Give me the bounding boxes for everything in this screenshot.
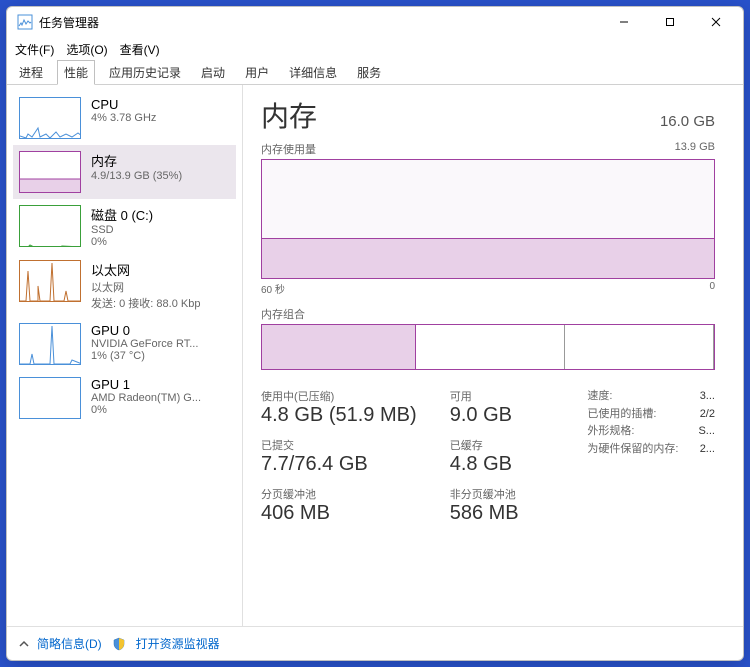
stat-cached: 已缓存 4.8 GB <box>450 437 578 476</box>
stat-value: 406 MB <box>261 502 440 525</box>
sidebar-item-sub2: 发送: 0 接收: 88.0 Kbp <box>91 295 230 311</box>
stat-label: 非分页缓冲池 <box>450 486 578 502</box>
gpu0-thumb <box>19 323 81 365</box>
stat-in-use: 使用中(已压缩) 4.8 GB (51.9 MB) <box>261 388 440 427</box>
tab-app-history[interactable]: 应用历史记录 <box>103 61 187 84</box>
disk-thumb <box>19 205 81 247</box>
total-memory: 16.0 GB <box>660 113 715 130</box>
tab-users[interactable]: 用户 <box>239 61 275 84</box>
spec-reserved-value: 2... <box>700 441 715 459</box>
tab-processes[interactable]: 进程 <box>13 61 49 84</box>
usage-chart-max: 13.9 GB <box>675 141 715 157</box>
sidebar-item-sub: 以太网 <box>91 279 230 295</box>
stat-label: 分页缓冲池 <box>261 486 440 502</box>
resource-monitor-link[interactable]: 打开资源监视器 <box>136 635 220 652</box>
spec-form-label: 外形规格: <box>587 423 634 441</box>
spec-form-value: S... <box>698 423 715 441</box>
stat-available: 可用 9.0 GB <box>450 388 578 427</box>
sidebar-item-sub2: 0% <box>91 236 230 248</box>
sidebar-item-gpu0[interactable]: GPU 0 NVIDIA GeForce RT... 1% (37 °C) <box>13 317 236 371</box>
sidebar-item-sub: SSD <box>91 224 230 236</box>
stat-nonpaged: 非分页缓冲池 586 MB <box>450 486 578 525</box>
sidebar-item-label: 以太网 <box>91 260 230 279</box>
sidebar-item-label: 内存 <box>91 151 230 170</box>
sidebar-item-gpu1[interactable]: GPU 1 AMD Radeon(TM) G... 0% <box>13 371 236 425</box>
page-title: 内存 <box>261 95 317 135</box>
stat-value: 4.8 GB (51.9 MB) <box>261 404 440 427</box>
comp-free <box>565 325 714 369</box>
titlebar[interactable]: 任务管理器 <box>7 7 743 37</box>
spec-slots-label: 已使用的插槽: <box>587 406 656 424</box>
composition-label: 内存组合 <box>261 306 715 322</box>
stat-label: 使用中(已压缩) <box>261 388 440 404</box>
chevron-up-icon[interactable] <box>19 639 29 649</box>
spec-speed-label: 速度: <box>587 388 612 406</box>
cpu-thumb <box>19 97 81 139</box>
shield-icon <box>112 637 126 651</box>
stat-value: 9.0 GB <box>450 404 578 427</box>
chart-x-right: 0 <box>709 281 715 296</box>
tab-startup[interactable]: 启动 <box>195 61 231 84</box>
sidebar: CPU 4% 3.78 GHz 内存 4.9/13.9 GB (35%) <box>7 85 243 626</box>
comp-standby <box>416 325 565 369</box>
sidebar-item-label: GPU 0 <box>91 323 230 338</box>
gpu1-thumb <box>19 377 81 419</box>
stat-label: 已提交 <box>261 437 440 453</box>
menu-file[interactable]: 文件(F) <box>15 41 54 58</box>
memory-composition-chart <box>261 324 715 370</box>
tab-details[interactable]: 详细信息 <box>283 61 343 84</box>
memory-usage-fill <box>262 238 714 278</box>
sidebar-item-sub: AMD Radeon(TM) G... <box>91 392 230 404</box>
menu-view[interactable]: 查看(V) <box>120 41 160 58</box>
brief-info-link[interactable]: 简略信息(D) <box>37 635 102 652</box>
task-manager-window: 任务管理器 文件(F) 选项(O) 查看(V) 进程 性能 应用历史记录 启动 … <box>6 6 744 661</box>
tabbar: 进程 性能 应用历史记录 启动 用户 详细信息 服务 <box>7 61 743 85</box>
window-controls <box>601 7 739 37</box>
menubar: 文件(F) 选项(O) 查看(V) <box>7 37 743 61</box>
window-title: 任务管理器 <box>39 14 99 31</box>
tab-performance[interactable]: 性能 <box>57 60 95 85</box>
minimize-button[interactable] <box>601 7 647 37</box>
memory-thumb <box>19 151 81 193</box>
main-panel: 内存 16.0 GB 内存使用量 13.9 GB 60 秒 0 内存组合 <box>243 85 743 626</box>
sidebar-item-sub: 4% 3.78 GHz <box>91 112 230 124</box>
stat-value: 586 MB <box>450 502 578 525</box>
specs-column: 速度: 3... 已使用的插槽: 2/2 外形规格: S... 为硬件保留的内存: 2.… <box>587 388 715 525</box>
ethernet-thumb <box>19 260 81 302</box>
usage-chart-label: 内存使用量 <box>261 141 316 157</box>
close-button[interactable] <box>693 7 739 37</box>
spec-speed-value: 3... <box>700 388 715 406</box>
maximize-button[interactable] <box>647 7 693 37</box>
footer: 简略信息(D) 打开资源监视器 <box>7 626 743 660</box>
memory-usage-chart <box>261 159 715 279</box>
stat-value: 7.7/76.4 GB <box>261 453 440 476</box>
sidebar-item-sub2: 1% (37 °C) <box>91 350 230 362</box>
sidebar-item-sub2: 0% <box>91 404 230 416</box>
sidebar-item-ethernet[interactable]: 以太网 以太网 发送: 0 接收: 88.0 Kbp <box>13 254 236 317</box>
comp-in-use <box>262 325 416 369</box>
sidebar-item-memory[interactable]: 内存 4.9/13.9 GB (35%) <box>13 145 236 199</box>
sidebar-item-sub: NVIDIA GeForce RT... <box>91 338 230 350</box>
stat-value: 4.8 GB <box>450 453 578 476</box>
tab-services[interactable]: 服务 <box>351 61 387 84</box>
spec-reserved-label: 为硬件保留的内存: <box>587 441 678 459</box>
sidebar-item-label: GPU 1 <box>91 377 230 392</box>
sidebar-item-disk[interactable]: 磁盘 0 (C:) SSD 0% <box>13 199 236 254</box>
menu-options[interactable]: 选项(O) <box>66 41 107 58</box>
stat-committed: 已提交 7.7/76.4 GB <box>261 437 440 476</box>
stat-paged: 分页缓冲池 406 MB <box>261 486 440 525</box>
chart-x-left: 60 秒 <box>261 281 285 296</box>
app-icon <box>17 14 33 30</box>
sidebar-item-cpu[interactable]: CPU 4% 3.78 GHz <box>13 91 236 145</box>
stat-label: 已缓存 <box>450 437 578 453</box>
sidebar-item-sub: 4.9/13.9 GB (35%) <box>91 170 230 182</box>
stat-label: 可用 <box>450 388 578 404</box>
sidebar-item-label: CPU <box>91 97 230 112</box>
spec-slots-value: 2/2 <box>700 406 715 424</box>
content: CPU 4% 3.78 GHz 内存 4.9/13.9 GB (35%) <box>7 85 743 626</box>
stats-grid: 使用中(已压缩) 4.8 GB (51.9 MB) 可用 9.0 GB 速度: 3… <box>261 388 715 525</box>
sidebar-item-label: 磁盘 0 (C:) <box>91 205 230 224</box>
